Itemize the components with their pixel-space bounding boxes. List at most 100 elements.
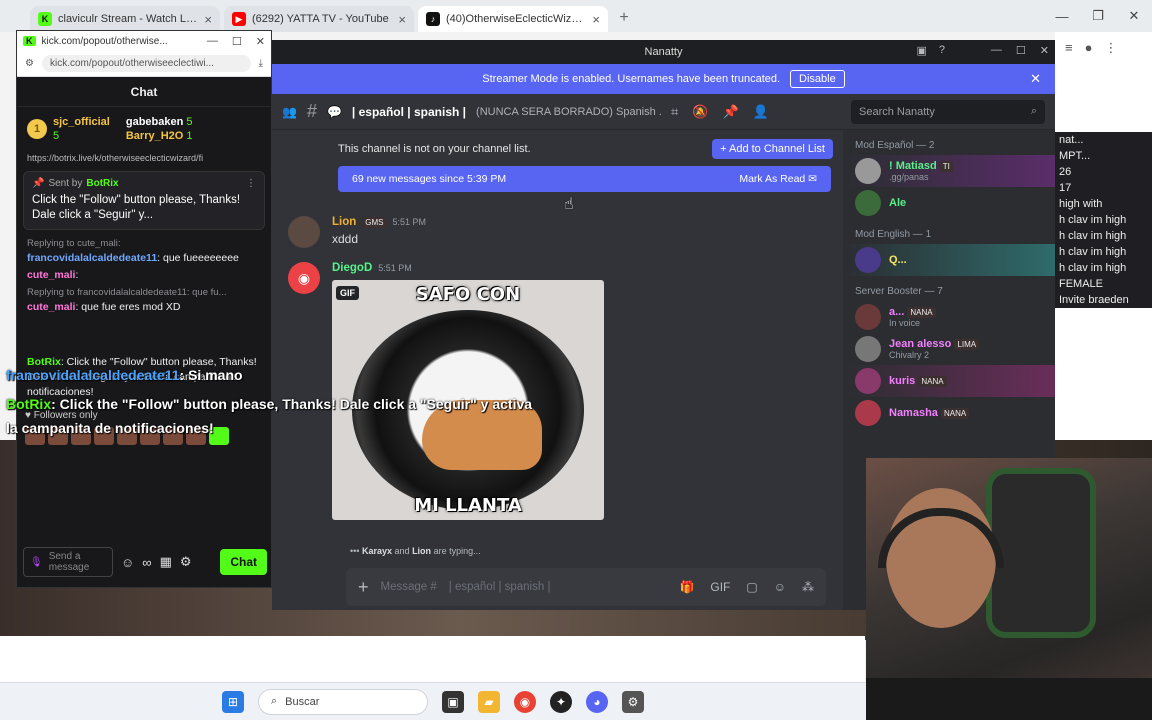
member-item[interactable]: Q... xyxy=(843,244,1055,276)
gifter-name[interactable]: Barry_H2O xyxy=(126,130,183,142)
discord-icon[interactable]: ◕ xyxy=(586,690,608,713)
close-icon[interactable]: ✕ xyxy=(256,35,265,48)
attach-plus-icon[interactable]: + xyxy=(358,577,369,598)
download-icon[interactable]: ⤓ xyxy=(259,58,263,69)
member-item[interactable]: Ale xyxy=(843,187,1055,219)
browser-tab-youtube[interactable]: ▶ (6292) YATTA TV - YouTube × xyxy=(224,6,414,32)
avatar[interactable] xyxy=(288,216,320,248)
maximize-icon[interactable]: ☐ xyxy=(1016,44,1026,57)
menu-icon[interactable]: ⋮ xyxy=(1104,40,1117,56)
mic-icon: 🎙 xyxy=(30,556,43,568)
taskbar-search-placeholder: Buscar xyxy=(285,695,320,708)
gift-icon[interactable]: 🎁 xyxy=(679,580,694,594)
friends-icon[interactable]: 👥 xyxy=(282,105,297,119)
reply-context[interactable]: Replying to cute_mali: xyxy=(27,236,261,251)
member-item[interactable]: Namasha NANA xyxy=(843,397,1055,429)
settings-icon[interactable]: ⚙ xyxy=(622,690,644,713)
site-info-icon[interactable]: ⚙ xyxy=(25,58,34,69)
emoji-icon[interactable]: ☺ xyxy=(121,555,134,570)
infinity-icon[interactable]: ∞ xyxy=(142,555,151,570)
video-letterbox xyxy=(0,636,865,682)
close-icon[interactable]: ✕ xyxy=(1030,71,1041,87)
new-messages-bar[interactable]: 69 new messages since 5:39 PM Mark As Re… xyxy=(338,166,831,192)
close-tab-icon[interactable]: × xyxy=(398,12,406,27)
search-input[interactable]: Search Nanatty ⌕ xyxy=(851,99,1045,124)
message: Lion GMS 5:51 PM xddd xyxy=(272,216,843,248)
emoji-icon[interactable]: ☺ xyxy=(774,580,786,594)
search-icon: ⌕ xyxy=(1030,105,1037,117)
help-icon[interactable]: ? xyxy=(939,44,945,57)
chat-bubble-icon: 💬 xyxy=(326,104,342,119)
minimize-icon[interactable]: — xyxy=(207,35,218,48)
link-message[interactable]: https://botrix.live/k/otherwiseeclecticw… xyxy=(17,151,271,165)
member-item[interactable]: a... NANA In voice xyxy=(843,301,1055,333)
disable-button[interactable]: Disable xyxy=(790,70,845,88)
reading-list-icon[interactable]: ≡ xyxy=(1065,40,1073,56)
maximize-icon[interactable]: ☐ xyxy=(232,35,242,48)
minimize-icon[interactable]: — xyxy=(991,44,1002,57)
member-name: Q... xyxy=(889,254,907,266)
gifter-name[interactable]: gabebaken xyxy=(126,116,183,128)
app-icon[interactable]: ✦ xyxy=(550,690,572,713)
chat-username[interactable]: francovidalalcaldedeate11 xyxy=(27,252,157,264)
chat-send-button[interactable]: Chat xyxy=(220,549,267,575)
reply-context[interactable]: Replying to francovidalalcaldedeate11: q… xyxy=(27,285,261,300)
maximize-icon[interactable]: ❐ xyxy=(1080,0,1116,32)
add-to-channel-list-button[interactable]: + Add to Channel List xyxy=(712,139,833,159)
chat-text: : que fueeeeeeee xyxy=(157,252,239,264)
member-item[interactable]: Jean alesso LIMA Chivalry 2 xyxy=(843,333,1055,365)
mark-as-read-button[interactable]: Mark As Read ✉ xyxy=(739,173,817,185)
unpin-icon[interactable]: ⋮ xyxy=(246,178,256,189)
mute-bell-icon[interactable]: 🔕 xyxy=(692,104,708,120)
chat-username[interactable]: cute_mali xyxy=(27,269,75,281)
chrome-icon[interactable]: ◉ xyxy=(514,690,536,713)
close-tab-icon[interactable]: × xyxy=(592,12,600,27)
pinned-message[interactable]: 📌 Sent by BotRix ⋮ Click the "Follow" bu… xyxy=(23,171,265,230)
taskbar-search[interactable]: ⌕ Buscar xyxy=(258,688,428,715)
message-author[interactable]: Lion xyxy=(332,216,356,228)
sticker-icon[interactable]: ▢ xyxy=(746,580,757,594)
message-author[interactable]: DiegoD xyxy=(332,262,372,274)
kick-favicon-icon: K xyxy=(38,12,52,26)
chat-input[interactable]: 🎙 Send a message xyxy=(23,547,113,577)
background-chat-fragment: nat... MPT... 26 17 high with h clav im … xyxy=(1055,132,1152,308)
new-tab-button[interactable]: + xyxy=(612,6,636,30)
not-on-list-bar: This channel is not on your channel list… xyxy=(338,136,833,162)
member-list-icon[interactable]: 👤 xyxy=(753,104,769,120)
gifter-name[interactable]: sjc_official xyxy=(53,116,110,128)
channel-topic[interactable]: (NUNCA SERA BORRADO) Spanish ... xyxy=(476,106,661,118)
browser-tab-kick[interactable]: K claviculr Stream - Watch Live × xyxy=(30,6,220,32)
member-name: ! Matiasd xyxy=(889,160,937,172)
message-input[interactable]: + Message # | español | spanish | 🎁 GIF … xyxy=(346,568,826,606)
not-on-list-text: This channel is not on your channel list… xyxy=(338,143,531,155)
inbox-icon[interactable]: ▣ xyxy=(916,44,926,57)
file-explorer-icon[interactable]: ▰ xyxy=(478,690,500,713)
pinned-sender[interactable]: BotRix xyxy=(86,178,118,189)
member-item[interactable]: ! Matiasd TI .gg/panas xyxy=(843,155,1055,187)
discord-logo-avatar[interactable]: ◉ xyxy=(288,262,320,294)
pin-icon[interactable]: 📌 xyxy=(723,104,739,120)
member-status: .gg/panas xyxy=(889,172,929,182)
window-title: Nanatty xyxy=(644,46,683,58)
close-icon[interactable]: ✕ xyxy=(1040,44,1049,57)
url-text[interactable]: kick.com/popout/otherwiseeclectiwi... xyxy=(41,55,251,72)
close-tab-icon[interactable]: × xyxy=(204,12,212,27)
apps-icon[interactable]: ⁂ xyxy=(802,580,814,594)
minimize-icon[interactable]: — xyxy=(1044,0,1080,32)
windows-start-icon[interactable]: ⊞ xyxy=(222,690,244,713)
threads-icon[interactable]: ⌗ xyxy=(671,104,678,120)
settings-icon[interactable]: ⚙ xyxy=(180,554,192,570)
fragment-line: nat... xyxy=(1059,134,1084,146)
chat-username[interactable]: cute_mali xyxy=(27,301,75,313)
browser-tab-tiktok[interactable]: ♪ (40)OtherwiseEclecticWizard (@ × xyxy=(418,6,608,32)
gif-icon[interactable]: GIF xyxy=(710,580,730,594)
url-bar[interactable]: ⚙ kick.com/popout/otherwiseeclectiwi... … xyxy=(17,51,271,77)
fragment-line: MPT... xyxy=(1059,150,1091,162)
overlay-chat-line: francovidalalcaldedeate11: Si mano xyxy=(6,367,243,383)
profile-icon[interactable]: ● xyxy=(1085,40,1093,56)
close-icon[interactable]: ✕ xyxy=(1116,0,1152,32)
chat-message: Replying to cute_mali: francovidalalcald… xyxy=(27,236,261,266)
task-view-icon[interactable]: ▣ xyxy=(442,690,464,713)
member-item[interactable]: kuris NANA xyxy=(843,365,1055,397)
store-icon[interactable]: ▦ xyxy=(160,554,172,570)
